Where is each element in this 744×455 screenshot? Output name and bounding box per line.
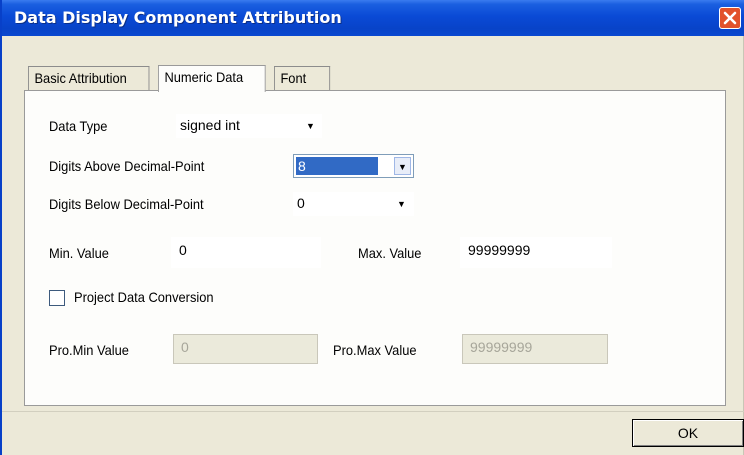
pro-min-value-text: 0 xyxy=(181,339,189,355)
pro-max-value-label: Pro.Max Value xyxy=(333,342,417,358)
project-data-conversion-checkbox[interactable] xyxy=(49,290,65,306)
pro-min-value-label: Pro.Min Value xyxy=(49,342,129,358)
chevron-down-icon[interactable]: ▼ xyxy=(394,157,411,175)
digits-above-select[interactable]: 8 ▼ xyxy=(293,154,414,178)
digits-above-value: 8 xyxy=(296,157,378,175)
digits-below-label: Digits Below Decimal-Point xyxy=(49,196,204,212)
digits-below-value: 0 xyxy=(297,195,305,211)
chevron-down-icon[interactable]: ▼ xyxy=(393,195,410,213)
pro-min-value-input: 0 xyxy=(173,334,318,364)
data-type-label: Data Type xyxy=(49,118,108,134)
data-type-value: signed int xyxy=(180,117,240,133)
min-value-label: Min. Value xyxy=(49,245,109,261)
digits-above-label: Digits Above Decimal-Point xyxy=(49,158,205,174)
min-value-input[interactable]: 0 xyxy=(171,237,321,268)
min-value-text: 0 xyxy=(179,242,187,258)
pro-max-value-input: 99999999 xyxy=(462,334,608,364)
digits-below-select[interactable]: 0 ▼ xyxy=(293,192,414,216)
dialog-window: Data Display Component Attribution Basic… xyxy=(0,0,744,455)
pro-max-value-text: 99999999 xyxy=(470,339,533,355)
data-type-select[interactable]: signed int ▼ xyxy=(176,114,322,138)
max-value-input[interactable]: 99999999 xyxy=(460,237,612,268)
max-value-label: Max. Value xyxy=(358,245,422,261)
chevron-down-icon[interactable]: ▼ xyxy=(302,117,319,135)
project-data-conversion-label[interactable]: Project Data Conversion xyxy=(74,289,214,305)
max-value-text: 99999999 xyxy=(468,242,531,258)
